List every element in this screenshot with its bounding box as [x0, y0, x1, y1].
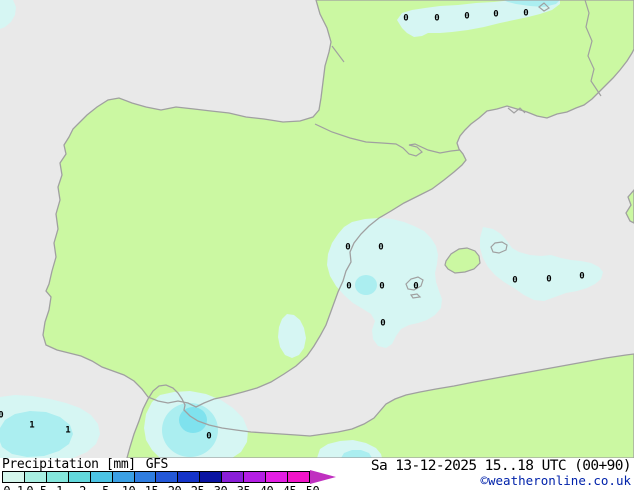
legend-scale-label: 5 [94, 484, 117, 490]
map-value-label: 0 [523, 8, 529, 19]
map-value-label: 1 [29, 420, 35, 431]
map-canvas [0, 0, 634, 458]
map-value-label: 0 [206, 431, 212, 442]
legend-scale-label: 35 [232, 484, 255, 490]
legend-scale-label: 50 [301, 484, 324, 490]
legend-scale-label: 40 [255, 484, 278, 490]
map-value-label: 0 [379, 281, 385, 292]
map-datetime: Sa 13-12-2025 15..18 UTC (00+90) [370, 458, 632, 474]
map-value-label: 0 [464, 11, 470, 22]
map-value-label: 0 [346, 281, 352, 292]
map-value-label: 0 [380, 318, 386, 329]
legend-scale-label: 20 [163, 484, 186, 490]
legend-colorbar [2, 471, 310, 483]
legend-color-segment [287, 472, 309, 482]
legend-scale-label: 30 [209, 484, 232, 490]
map-value-label: 0 [493, 9, 499, 20]
legend-color-segment [3, 472, 25, 482]
precip-patch-morocco-core [179, 407, 207, 433]
legend-scale-labels: 0.10.5125101520253035404550 [2, 484, 324, 490]
legend-color-segment [222, 472, 245, 482]
legend-scale-label: 2 [71, 484, 94, 490]
map-value-label: 0 [546, 274, 552, 285]
legend-scale-label: 0.5 [25, 484, 48, 490]
legend-scale-label: 1 [48, 484, 71, 490]
legend-scale-label: 25 [186, 484, 209, 490]
precip-patch-valencia-core [355, 275, 377, 295]
legend-color-segment [46, 472, 69, 482]
legend-scale-label: 15 [140, 484, 163, 490]
legend-color-segment [244, 472, 267, 482]
map-value-label: 0 [434, 13, 440, 24]
legend-color-segment [200, 472, 223, 482]
weather-map-screenshot: 000000000000001100 Precipitation [mm] GFS… [0, 0, 634, 490]
legend-color-segment [134, 472, 157, 482]
legend-scale-label: 45 [278, 484, 301, 490]
legend-footer: Precipitation [mm]GFS 0.10.5125101520253… [0, 457, 634, 490]
map-value-label: 0 [512, 275, 518, 286]
legend-color-segment [156, 472, 179, 482]
legend-model-label: GFS [145, 457, 169, 472]
legend-color-segment [90, 472, 113, 482]
precipitation-map: 0 0 0 0 0 0 0 0 0 0 0 0 0 0 1 1 0 0 [0, 0, 634, 458]
map-value-label: 0 [413, 281, 419, 292]
legend-color-segment [68, 472, 91, 482]
legend-color-segment [24, 472, 47, 482]
map-value-label: 0 [345, 242, 351, 253]
map-value-label: 0 [579, 271, 585, 282]
map-value-label: 0 [378, 242, 384, 253]
legend-scale-label: 10 [117, 484, 140, 490]
legend-color-segment [266, 472, 288, 482]
map-value-label: 0 [0, 410, 4, 421]
legend-parameter-label: Precipitation [mm] [2, 457, 136, 472]
legend-title: Precipitation [mm] GFS [2, 457, 168, 472]
legend-scale-label: 0.1 [2, 484, 25, 490]
legend-color-segment [178, 472, 201, 482]
legend-color-segment [112, 472, 135, 482]
map-value-label: 1 [65, 425, 71, 436]
map-value-label: 0 [403, 13, 409, 24]
copyright-link[interactable]: ©weatheronline.co.uk [480, 473, 631, 488]
legend-arrow-icon [310, 470, 336, 484]
